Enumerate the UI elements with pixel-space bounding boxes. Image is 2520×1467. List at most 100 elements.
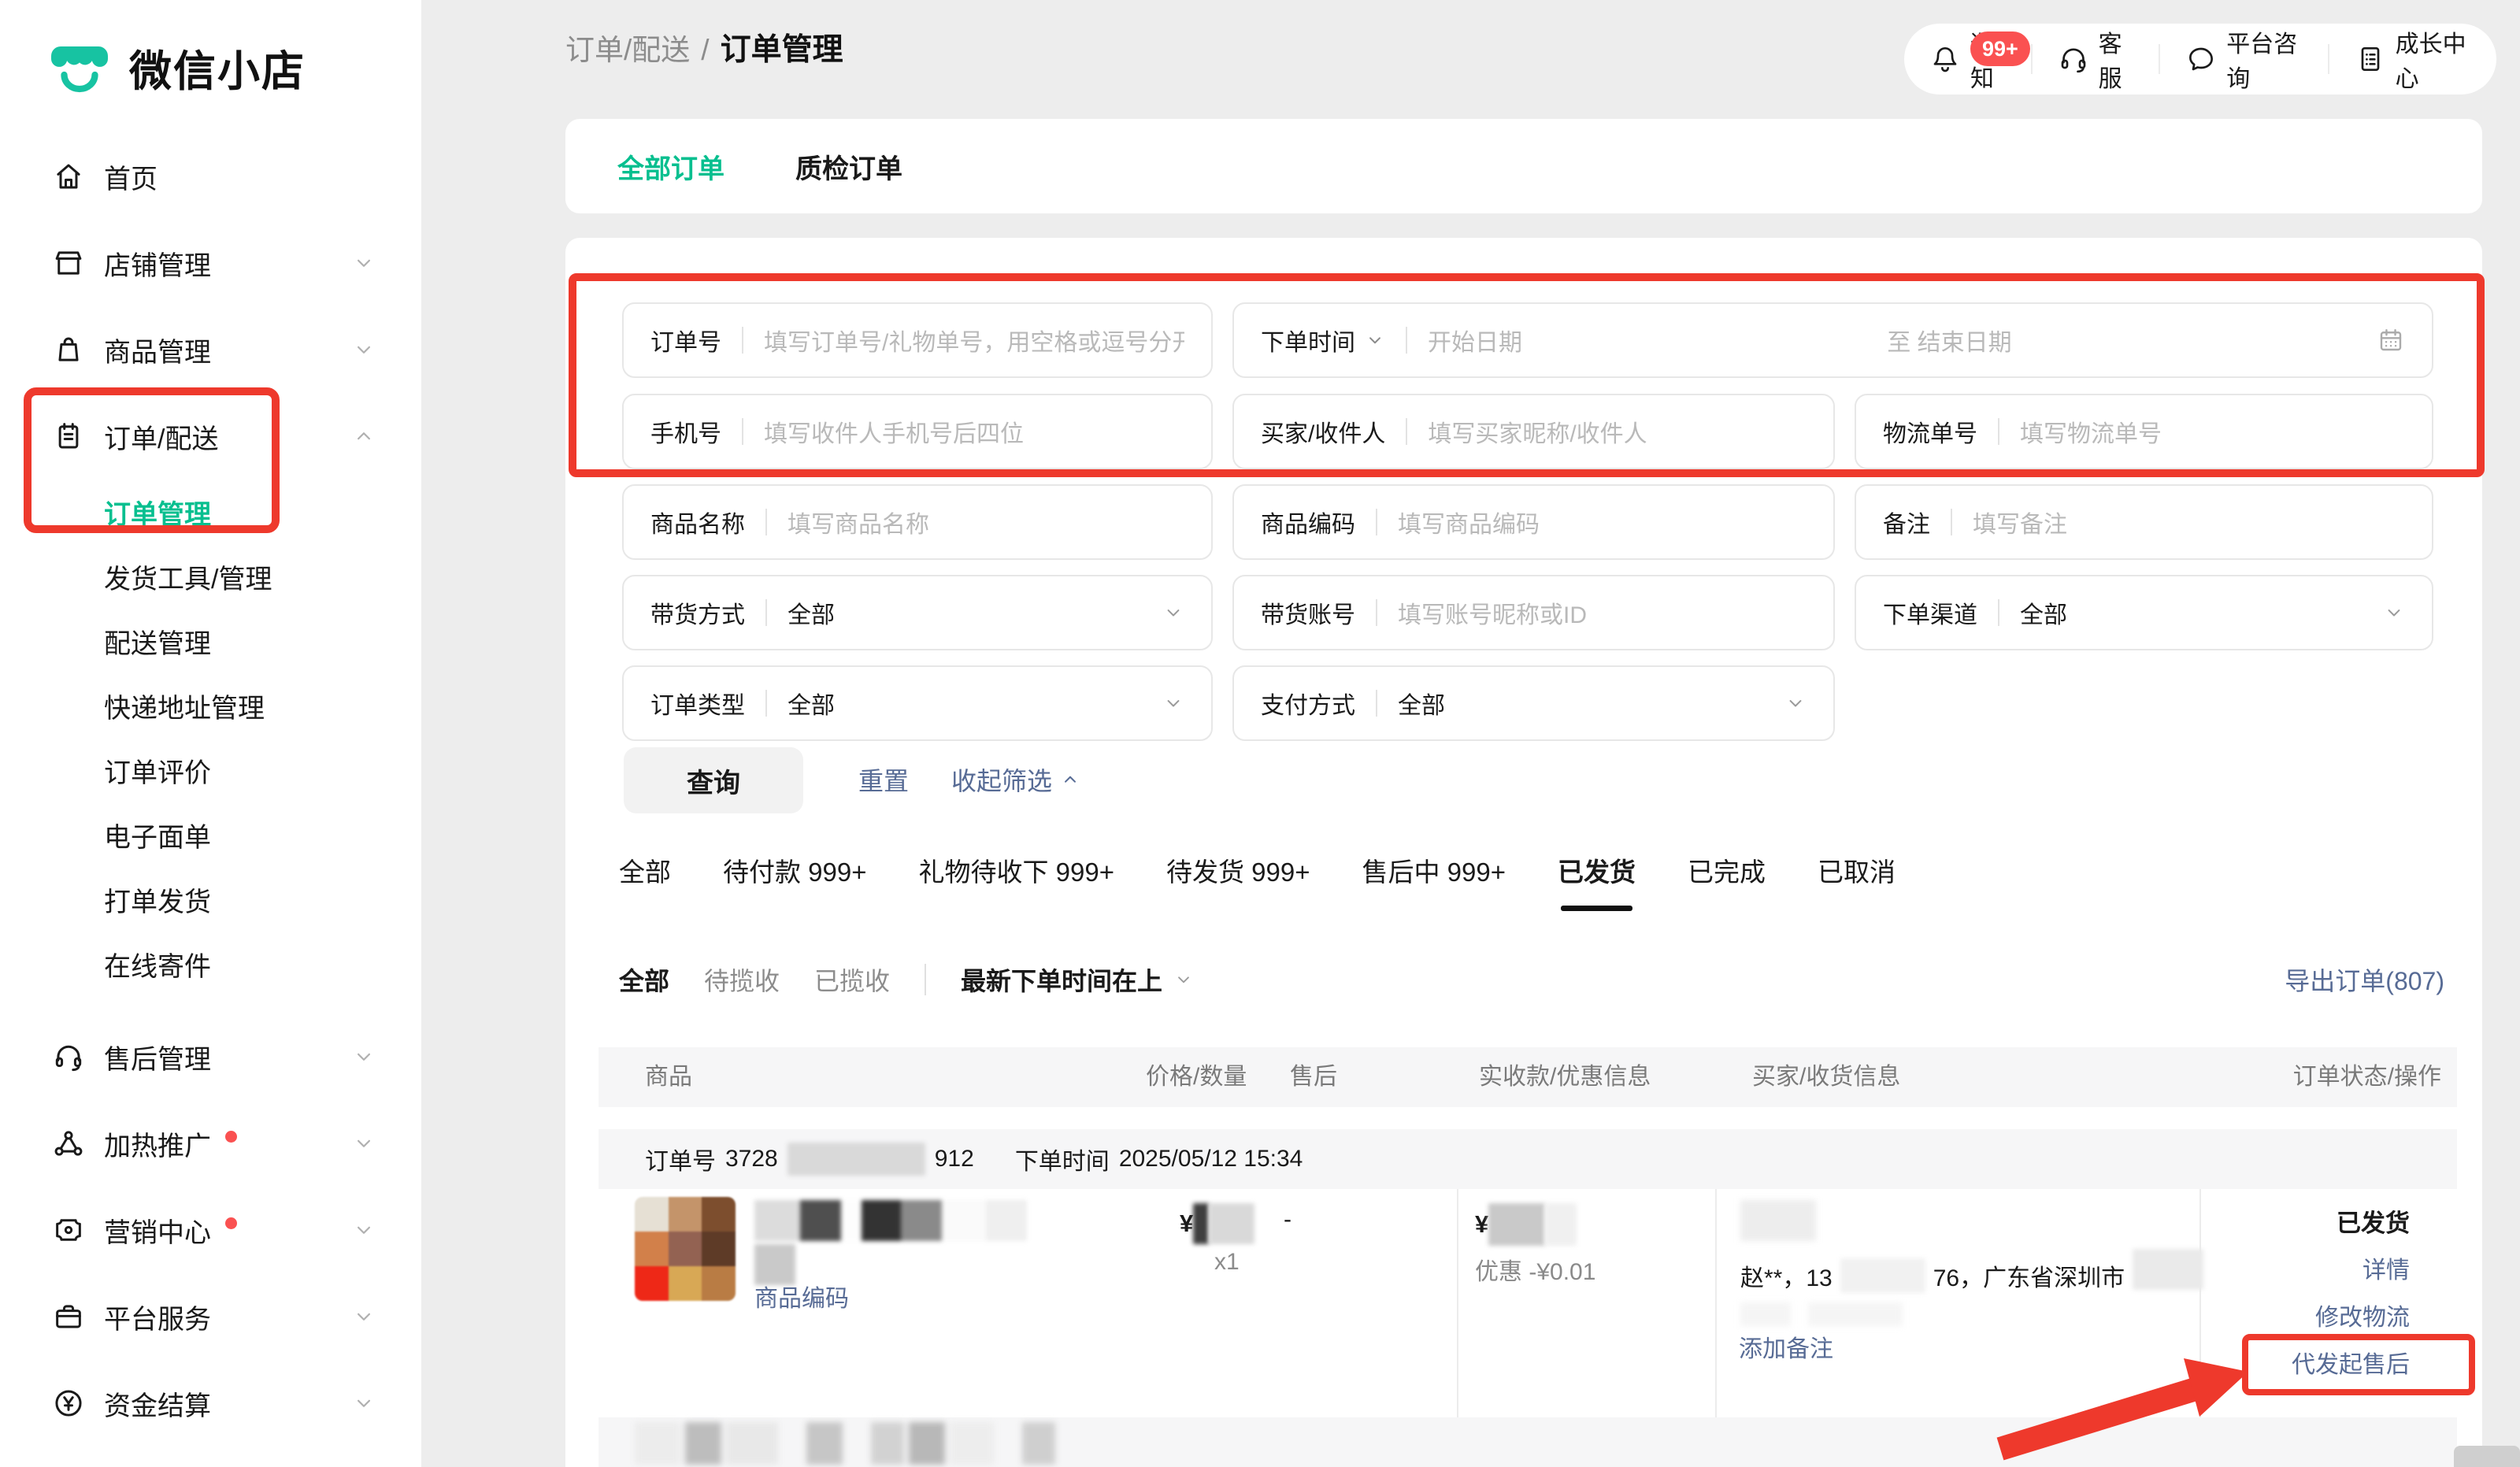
orders-panel: 订单号 填写订单号/礼物单号，用空格或逗号分开 下单时间 开始日期 至 结束日期 [565, 238, 2482, 1467]
sidebar-subitem-order-mgmt[interactable]: 订单管理 [0, 480, 421, 544]
sidebar-item-shop-mgmt[interactable]: 店铺管理 [0, 220, 421, 306]
order-channel-select[interactable]: 下单渠道 全部 [1855, 575, 2433, 650]
order-time-filter[interactable]: 下单时间 开始日期 至 结束日期 [1232, 302, 2433, 378]
sort-order-dropdown[interactable]: 最新下单时间在上 [961, 961, 1194, 998]
status-tab-aftersale[interactable]: 售后中 999+ [1362, 851, 1506, 889]
order-type-select[interactable]: 订单类型 全部 [622, 665, 1213, 741]
sidebar-subitem-e-waybill[interactable]: 电子面单 [0, 802, 421, 867]
col-product: 商品 [645, 1047, 692, 1107]
sidebar-subitem-label: 快递地址管理 [104, 687, 265, 725]
topbar-notice[interactable]: 通知 99+ [1904, 24, 2031, 94]
share-nodes-icon [52, 1127, 85, 1160]
sidebar-item-heat-promotion[interactable]: 加热推广 [0, 1100, 421, 1187]
order-time-label: 下单时间 [1015, 1142, 1110, 1176]
notice-badge: 99+ [1970, 31, 2030, 66]
paid-amount-cell: ¥ [1475, 1203, 1577, 1246]
detail-link[interactable]: 详情 [2362, 1250, 2410, 1285]
tracking-no-filter[interactable]: 物流单号 填写物流单号 [1855, 394, 2433, 469]
pickup-filter-pending[interactable]: 待揽收 [704, 961, 780, 998]
field-label: 带货账号 [1261, 595, 1355, 630]
sidebar-item-label: 平台服务 [104, 1298, 211, 1336]
status-tab-to-ship[interactable]: 待发货 999+ [1166, 851, 1310, 889]
add-remark-link[interactable]: 添加备注 [1739, 1329, 1833, 1364]
sidebar-subitem-label: 电子面单 [104, 816, 211, 854]
product-code-filter[interactable]: 商品编码 填写商品编码 [1232, 484, 1835, 560]
sidebar-item-marketing-center[interactable]: 营销中心 [0, 1187, 421, 1273]
sidebar-subitem-express-address[interactable]: 快递地址管理 [0, 673, 421, 738]
field-divider [742, 327, 743, 354]
status-tab-gift-pending[interactable]: 礼物待收下 999+ [919, 851, 1115, 889]
status-tab-unpaid[interactable]: 待付款 999+ [723, 851, 867, 889]
field-label: 支付方式 [1261, 686, 1355, 721]
col-aftersale: 售后 [1290, 1047, 1337, 1107]
status-tab-all[interactable]: 全部 [619, 851, 671, 889]
collapse-filters-link[interactable]: 收起筛选 [951, 761, 1080, 798]
sidebar-item-orders-delivery[interactable]: 订单/配送 [0, 393, 421, 480]
column-divider [2199, 1189, 2201, 1417]
status-tab-cancelled[interactable]: 已取消 [1818, 851, 1896, 889]
breadcrumb-section[interactable]: 订单/配送 [565, 26, 690, 69]
sidebar-item-platform-services[interactable]: 平台服务 [0, 1273, 421, 1360]
currency-symbol: ¥ [1180, 1210, 1193, 1238]
status-tab-completed[interactable]: 已完成 [1688, 851, 1766, 889]
breadcrumb: 订单/配送 / 订单管理 [565, 25, 843, 69]
sidebar-item-home[interactable]: 首页 [0, 133, 421, 220]
query-button[interactable]: 查询 [624, 747, 803, 813]
home-icon [52, 160, 85, 193]
pickup-filter-all[interactable]: 全部 [619, 961, 669, 998]
chevron-down-icon [352, 338, 376, 361]
chevron-down-icon [2383, 602, 2405, 624]
chevron-down-icon [352, 1305, 376, 1328]
order-no-filter[interactable]: 订单号 填写订单号/礼物单号，用空格或逗号分开 [622, 302, 1213, 378]
sidebar-subitem-order-review[interactable]: 订单评价 [0, 738, 421, 802]
phone-filter[interactable]: 手机号 填写收件人手机号后四位 [622, 394, 1213, 469]
topbar-growth-center[interactable]: 成长中心 [2329, 24, 2496, 94]
sidebar-subitem-delivery-mgmt[interactable]: 配送管理 [0, 609, 421, 673]
pickup-filter-picked[interactable]: 已揽收 [814, 961, 890, 998]
sidebar-subitem-shipping-tools[interactable]: 发货工具/管理 [0, 544, 421, 609]
field-divider [765, 599, 767, 626]
order-status-tabs: 全部 待付款 999+ 礼物待收下 999+ 待发货 999+ 售后中 999+… [619, 848, 1896, 892]
reset-link[interactable]: 重置 [858, 761, 909, 798]
toolbar-divider [925, 964, 926, 995]
sidebar: 微信小店 首页 店铺管理 [0, 0, 421, 1467]
sidebar-item-aftersale-mgmt[interactable]: 售后管理 [0, 1013, 421, 1100]
col-paid-discount: 实收款/优惠信息 [1479, 1047, 1651, 1107]
storefront-icon [52, 246, 85, 280]
modify-logistics-link[interactable]: 修改物流 [2315, 1298, 2410, 1332]
export-orders-link[interactable]: 导出订单(807) [2285, 961, 2444, 998]
product-image-redacted [635, 1197, 736, 1301]
scroll-corner-widget[interactable] [2454, 1446, 2520, 1467]
field-placeholder: 填写备注 [1973, 505, 2067, 539]
topbar-platform-consult[interactable]: 平台咨询 [2160, 24, 2327, 94]
sales-account-filter[interactable]: 带货账号 填写账号昵称或ID [1232, 575, 1835, 650]
status-tab-shipped[interactable]: 已发货 [1558, 851, 1636, 889]
nav-gap [0, 996, 421, 1013]
sidebar-item-label: 售后管理 [104, 1038, 211, 1076]
sidebar-item-funds-settlement[interactable]: 资金结算 [0, 1360, 421, 1447]
buyer-filter[interactable]: 买家/收件人 填写买家昵称/收件人 [1232, 394, 1835, 469]
field-placeholder: 填写买家昵称/收件人 [1428, 414, 1647, 449]
field-label: 买家/收件人 [1261, 414, 1385, 449]
sidebar-subitem-print-ship[interactable]: 打单发货 [0, 867, 421, 932]
pay-method-select[interactable]: 支付方式 全部 [1232, 665, 1835, 741]
sidebar-nav: 首页 店铺管理 商品管理 [0, 133, 421, 1447]
sidebar-subitem-online-shipping[interactable]: 在线寄件 [0, 932, 421, 996]
field-divider [765, 690, 767, 717]
order-tabs-card: 全部订单 质检订单 [565, 119, 2482, 213]
field-label: 下单时间 [1261, 323, 1355, 357]
topbar-customer-service[interactable]: 客服 [2033, 24, 2159, 94]
tab-all-orders[interactable]: 全部订单 [617, 147, 724, 186]
remark-filter[interactable]: 备注 填写备注 [1855, 484, 2433, 560]
list-toolbar: 全部 待揽收 已揽收 最新下单时间在上 导出订单(807) [619, 959, 2444, 1000]
field-label: 商品名称 [650, 505, 745, 539]
page-title: 订单管理 [721, 25, 843, 69]
calendar-icon [2377, 326, 2405, 354]
field-label: 手机号 [650, 414, 721, 449]
product-name-filter[interactable]: 商品名称 填写商品名称 [622, 484, 1213, 560]
product-code-link[interactable]: 商品编码 [754, 1279, 849, 1313]
proxy-aftersale-link[interactable]: 代发起售后 [2292, 1345, 2410, 1380]
sidebar-item-product-mgmt[interactable]: 商品管理 [0, 306, 421, 393]
tab-qc-orders[interactable]: 质检订单 [795, 147, 902, 186]
sales-mode-select[interactable]: 带货方式 全部 [622, 575, 1213, 650]
